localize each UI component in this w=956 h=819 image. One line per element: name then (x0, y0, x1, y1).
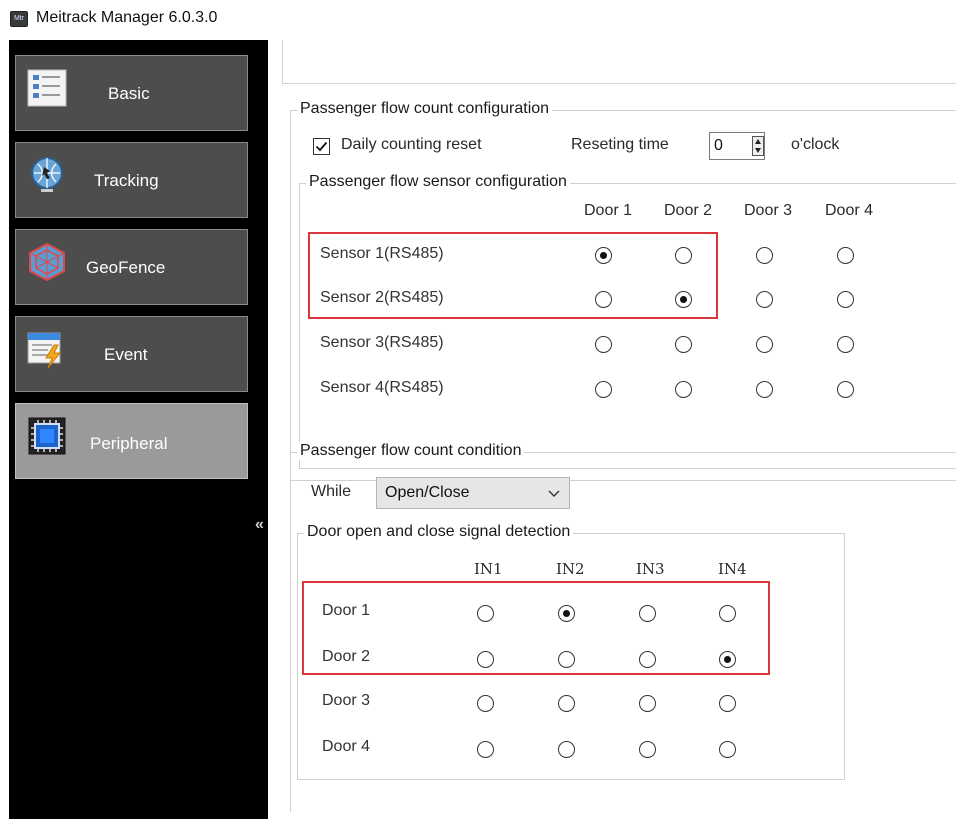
sidebar-item-label: Peripheral (90, 434, 168, 453)
sidebar-item-label: Tracking (94, 171, 159, 190)
door-col-in2: IN2 (556, 560, 585, 578)
sidebar-item-event[interactable]: Event (15, 316, 248, 392)
count-config-title: Passenger flow count configuration (297, 100, 553, 118)
sidebar-item-peripheral[interactable]: Peripheral (15, 403, 248, 479)
sensor-radio-r4-c1[interactable] (595, 381, 612, 398)
door-radio-r4-c1[interactable] (477, 741, 494, 758)
spinner-arrows[interactable] (752, 136, 764, 156)
sensor-radio-r4-c4[interactable] (837, 381, 854, 398)
sensor-radio-r4-c2[interactable] (675, 381, 692, 398)
door-col-in3: IN3 (636, 560, 665, 578)
door-radio-r4-c4[interactable] (719, 741, 736, 758)
sensor-radio-r3-c2[interactable] (675, 336, 692, 353)
window-title: Meitrack Manager 6.0.3.0 (36, 9, 218, 26)
sensor-radio-r1-c4[interactable] (837, 247, 854, 264)
sidebar-item-label: GeoFence (86, 258, 166, 277)
sidebar-item-tracking[interactable]: Tracking (15, 142, 248, 218)
sensor-highlight-box (308, 232, 718, 319)
sidebar-item-label: Basic (108, 84, 150, 103)
door-radio-r3-c3[interactable] (639, 695, 656, 712)
geofence-icon (29, 242, 65, 282)
door-col-in4: IN4 (718, 560, 747, 578)
sidebar-item-basic[interactable]: Basic (15, 55, 248, 131)
sensor-radio-r2-c3[interactable] (756, 291, 773, 308)
reset-time-spinner[interactable]: 0 (709, 132, 765, 160)
sensor-radio-r3-c4[interactable] (837, 336, 854, 353)
sensor-row-label: Sensor 3(RS485) (320, 334, 444, 351)
sensor-radio-r3-c1[interactable] (595, 336, 612, 353)
door-highlight-box (302, 581, 770, 675)
reset-time-value: 0 (714, 137, 723, 154)
reset-time-label: Reseting time (571, 136, 669, 153)
while-label: While (311, 483, 352, 500)
sidebar-item-label: Event (104, 345, 148, 364)
sensor-col-door3: Door 3 (744, 202, 793, 219)
check-icon (315, 141, 328, 152)
sensor-config-title: Passenger flow sensor configuration (306, 173, 570, 191)
app-icon: Mtr (10, 11, 28, 27)
sidebar-item-geofence[interactable]: GeoFence (15, 229, 248, 305)
peripheral-panel: Passenger flow count configuration Daily… (268, 40, 956, 819)
door-radio-r4-c3[interactable] (639, 741, 656, 758)
sensor-radio-r2-c4[interactable] (837, 291, 854, 308)
sensor-config-group: Passenger flow sensor configuration Door… (299, 173, 956, 469)
top-panel-box (282, 40, 956, 84)
chip-icon (28, 417, 66, 455)
door-col-in1: IN1 (474, 560, 503, 578)
sensor-radio-r3-c3[interactable] (756, 336, 773, 353)
sensor-col-door4: Door 4 (825, 202, 874, 219)
sensor-col-door2: Door 2 (664, 202, 713, 219)
sensor-radio-r1-c3[interactable] (756, 247, 773, 264)
sensor-col-door1: Door 1 (584, 202, 633, 219)
globe-tracking-icon (31, 157, 63, 192)
sensor-row-label: Sensor 4(RS485) (320, 379, 444, 396)
door-row-label: Door 4 (322, 738, 371, 755)
chevron-down-icon (548, 490, 560, 497)
while-value: Open/Close (385, 484, 470, 501)
daily-reset-checkbox[interactable] (313, 138, 330, 155)
event-lightning-icon (27, 332, 62, 369)
sidebar: Basic Tracking GeoFence Event Peripheral… (9, 40, 268, 819)
door-detection-title: Door open and close signal detection (304, 523, 574, 541)
door-radio-r3-c2[interactable] (558, 695, 575, 712)
count-condition-title: Passenger flow count condition (297, 442, 525, 460)
door-radio-r3-c4[interactable] (719, 695, 736, 712)
door-radio-r4-c2[interactable] (558, 741, 575, 758)
title-bar: Mtr Meitrack Manager 6.0.3.0 (0, 0, 956, 40)
daily-reset-label: Daily counting reset (341, 136, 482, 153)
reset-time-unit: o'clock (791, 136, 840, 153)
door-row-label: Door 3 (322, 692, 371, 709)
while-select[interactable]: Open/Close (376, 477, 570, 509)
checklist-icon (27, 69, 67, 107)
door-radio-r3-c1[interactable] (477, 695, 494, 712)
sensor-radio-r4-c3[interactable] (756, 381, 773, 398)
collapse-sidebar-button[interactable]: « (255, 516, 264, 534)
